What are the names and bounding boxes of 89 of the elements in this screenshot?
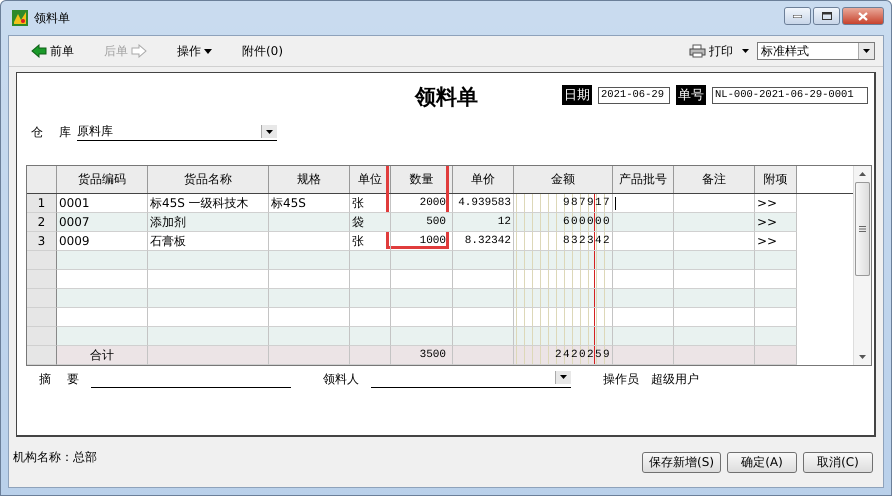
total-label: 合计 <box>57 346 148 365</box>
date-field[interactable]: 2021-06-29 <box>598 86 670 104</box>
table-cell: 12 <box>453 213 514 232</box>
table-cell <box>350 289 391 308</box>
dialog-button[interactable]: 确定(A) <box>727 452 797 472</box>
toolbar-button[interactable]: 附件(0) <box>238 40 287 62</box>
grip-icon <box>859 226 866 232</box>
table-cell[interactable]: >> <box>755 213 797 232</box>
warehouse-label: 仓 库 <box>31 124 71 140</box>
app-icon <box>12 10 28 26</box>
table-cell <box>755 289 797 308</box>
row-number: 2 <box>27 213 57 232</box>
row-number: 1 <box>27 194 57 213</box>
caret-icon <box>204 48 212 54</box>
header-corner <box>27 166 57 193</box>
column-header: 货品编码 <box>57 166 148 193</box>
table-cell <box>453 251 514 270</box>
dropdown-arrow-icon <box>266 130 273 134</box>
dialog-button[interactable]: 取消(C) <box>803 452 873 472</box>
row-header <box>27 289 57 308</box>
back-arrow-icon <box>31 44 47 58</box>
number-label: 单号 <box>676 85 706 105</box>
table-cell <box>613 327 674 346</box>
row-number: 3 <box>27 232 57 251</box>
dialog-button[interactable]: 保存新增(S) <box>642 452 721 472</box>
maximize-icon <box>822 12 832 20</box>
summary-label: 摘 要 <box>39 370 79 388</box>
text-caret <box>615 197 616 210</box>
operator-name: 超级用户 <box>650 370 699 388</box>
table-cell <box>613 251 674 270</box>
table-cell: 添加剂 <box>148 213 269 232</box>
maximize-button[interactable] <box>813 7 840 25</box>
close-icon <box>858 12 868 20</box>
column-header: 单价 <box>453 166 514 193</box>
row-header <box>27 327 57 346</box>
receiver-combo[interactable] <box>370 370 571 388</box>
forward-arrow-icon <box>131 44 147 58</box>
caret-icon <box>742 49 749 53</box>
table-cell <box>391 289 453 308</box>
column-header: 附项 <box>755 166 797 193</box>
warehouse-combo[interactable]: 原料库 <box>76 123 277 141</box>
row-header <box>27 346 57 365</box>
style-select[interactable]: 标准样式 <box>757 42 875 60</box>
table-cell <box>453 327 514 346</box>
table-cell <box>350 251 391 270</box>
close-button[interactable] <box>842 7 884 25</box>
minimize-icon <box>793 14 802 18</box>
table-cell <box>755 346 797 365</box>
table-cell <box>453 289 514 308</box>
table-cell: 500 <box>391 213 453 232</box>
column-header: 产品批号 <box>613 166 674 193</box>
table-cell <box>755 327 797 346</box>
column-header: 备注 <box>674 166 755 193</box>
table-cell <box>350 327 391 346</box>
dropdown-arrow-icon <box>560 375 567 379</box>
document-title: 领料单 <box>415 83 478 111</box>
table-cell <box>755 251 797 270</box>
table-cell <box>453 346 514 365</box>
scroll-up-icon[interactable] <box>859 172 866 176</box>
operator-label: 操作员 <box>602 370 639 388</box>
row-header <box>27 251 57 270</box>
number-field[interactable]: NL-000-2021-06-29-0001 <box>712 86 868 104</box>
scroll-thumb[interactable] <box>855 182 870 276</box>
printer-icon <box>689 44 706 58</box>
minimize-button[interactable] <box>784 7 811 25</box>
organization-text: 机构名称：总部 <box>13 448 98 466</box>
column-header: 金额 <box>514 166 613 193</box>
toolbar-button[interactable]: 操作 <box>173 40 216 62</box>
scroll-down-icon[interactable] <box>859 355 866 359</box>
window-title: 领料单 <box>34 10 71 26</box>
column-header: 货品名称 <box>148 166 269 193</box>
table-cell: 袋 <box>350 213 391 232</box>
column-header: 单位 <box>350 166 391 193</box>
table-cell <box>391 327 453 346</box>
toolbar-button[interactable]: 前单 <box>27 40 78 62</box>
table-cell <box>391 251 453 270</box>
receiver-label: 领料人 <box>322 370 359 388</box>
table-cell <box>613 289 674 308</box>
column-header: 规格 <box>269 166 350 193</box>
total-cell: 3500 <box>391 346 453 365</box>
table-cell <box>613 346 674 365</box>
table-cell: 0007 <box>57 213 148 232</box>
vertical-scrollbar[interactable] <box>853 166 871 365</box>
row-header <box>27 308 57 327</box>
date-label: 日期 <box>562 85 592 105</box>
table-cell <box>350 346 391 365</box>
print-button[interactable]: 打印 <box>685 40 753 62</box>
row-header <box>27 270 57 289</box>
dropdown-arrow-icon <box>863 49 870 53</box>
